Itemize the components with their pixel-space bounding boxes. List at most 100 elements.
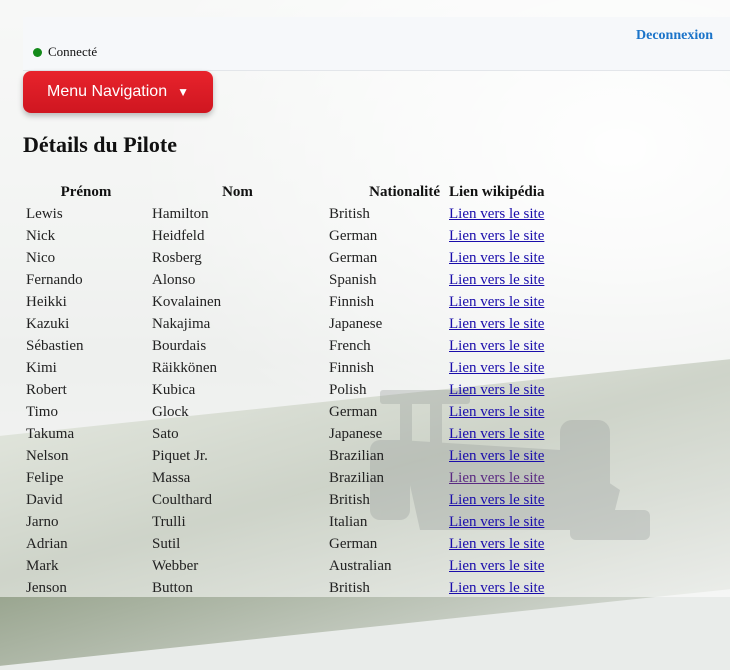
wiki-link-cell: Lien vers le site [446, 423, 559, 445]
wiki-link-cell: Lien vers le site [446, 379, 559, 401]
connection-status: Connecté [33, 44, 97, 60]
nationality-cell: Japanese [329, 425, 383, 442]
nationality-cell: German [329, 403, 378, 420]
nationality-cell: Spanish [329, 271, 377, 288]
column-header-wiki-link: Lien wikipédia [449, 183, 545, 200]
wiki-link-cell: Lien vers le site [446, 225, 559, 247]
nationality-cell: Finnish [329, 359, 375, 376]
last-name-cell: Sutil [152, 535, 181, 552]
first-name-cell: Jenson [26, 579, 67, 596]
table-row: Kazuki Nakajima Japanese Lien vers le site [23, 313, 559, 335]
last-name-cell: Rosberg [152, 249, 202, 266]
page-title: Détails du Pilote [23, 132, 177, 157]
last-name-cell: Hamilton [152, 205, 209, 222]
table-row: Lewis Hamilton British Lien vers le site [23, 203, 559, 225]
wikipedia-link[interactable]: Lien vers le site [449, 228, 544, 244]
status-dot-icon [33, 47, 42, 57]
page: Connecté Deconnexion Menu Navigation ▼ D… [0, 0, 730, 597]
wikipedia-link[interactable]: Lien vers le site [449, 338, 544, 354]
last-name-cell: Massa [152, 469, 191, 486]
last-name-cell: Nakajima [152, 315, 211, 332]
table-row: Sébastien Bourdais French Lien vers le site [23, 335, 559, 357]
nationality-cell: Australian [329, 557, 392, 574]
wikipedia-link[interactable]: Lien vers le site [449, 558, 544, 574]
first-name-cell: Takuma [26, 425, 75, 442]
nationality-cell: British [329, 205, 370, 222]
last-name-cell: Kovalainen [152, 293, 222, 310]
wiki-link-cell: Lien vers le site [446, 555, 559, 577]
nationality-cell: British [329, 579, 370, 596]
menu-navigation-button[interactable]: Menu Navigation ▼ [23, 71, 213, 113]
first-name-cell: Kimi [26, 359, 57, 376]
wiki-link-cell: Lien vers le site [446, 335, 559, 357]
nationality-cell: Brazilian [329, 447, 384, 464]
first-name-cell: Kazuki [26, 315, 70, 332]
wikipedia-link[interactable]: Lien vers le site [449, 316, 544, 332]
nationality-cell: Italian [329, 513, 368, 530]
table-row: Fernando Alonso Spanish Lien vers le site [23, 269, 559, 291]
table-row: Nelson Piquet Jr. Brazilian Lien vers le si… [23, 445, 559, 467]
nationality-cell: German [329, 535, 378, 552]
wiki-link-cell: Lien vers le site [446, 577, 559, 599]
wiki-link-cell: Lien vers le site [446, 357, 559, 379]
nationality-cell: Finnish [329, 293, 375, 310]
table-row: Felipe Massa Brazilian Lien vers le site [23, 467, 559, 489]
last-name-cell: Glock [152, 403, 189, 420]
column-header-nationality: Nationalité [369, 183, 440, 200]
table-row: Robert Kubica Polish Lien vers le site [23, 379, 559, 401]
table-row: Jarno Trulli Italian Lien vers le site [23, 511, 559, 533]
table-row: Takuma Sato Japanese Lien vers le site [23, 423, 559, 445]
wikipedia-link[interactable]: Lien vers le site [449, 514, 544, 530]
first-name-cell: Timo [26, 403, 58, 420]
table-row: Mark Webber Australian Lien vers le site [23, 555, 559, 577]
wikipedia-link[interactable]: Lien vers le site [449, 470, 544, 486]
first-name-cell: Adrian [26, 535, 68, 552]
first-name-cell: Nico [26, 249, 56, 266]
wiki-link-cell: Lien vers le site [446, 203, 559, 225]
first-name-cell: Robert [26, 381, 67, 398]
wiki-link-cell: Lien vers le site [446, 445, 559, 467]
table-row: David Coulthard British Lien vers le site [23, 489, 559, 511]
table-row: Nick Heidfeld German Lien vers le site [23, 225, 559, 247]
last-name-cell: Räikkönen [152, 359, 217, 376]
nationality-cell: Brazilian [329, 469, 384, 486]
wikipedia-link[interactable]: Lien vers le site [449, 250, 544, 266]
wikipedia-link[interactable]: Lien vers le site [449, 206, 544, 222]
nationality-cell: Polish [329, 381, 367, 398]
top-bar: Connecté Deconnexion [23, 17, 730, 71]
first-name-cell: Lewis [26, 205, 63, 222]
nationality-cell: Japanese [329, 315, 383, 332]
wikipedia-link[interactable]: Lien vers le site [449, 448, 544, 464]
wiki-link-cell: Lien vers le site [446, 401, 559, 423]
drivers-table: Prénom Nom Nationalité Lien wikipédia Le… [23, 181, 559, 599]
wikipedia-link[interactable]: Lien vers le site [449, 294, 544, 310]
table-row: Adrian Sutil German Lien vers le site [23, 533, 559, 555]
wiki-link-cell: Lien vers le site [446, 291, 559, 313]
table-body: Lewis Hamilton British Lien vers le site Nic… [23, 203, 559, 599]
first-name-cell: Mark [26, 557, 59, 574]
wikipedia-link[interactable]: Lien vers le site [449, 536, 544, 552]
wikipedia-link[interactable]: Lien vers le site [449, 272, 544, 288]
wikipedia-link[interactable]: Lien vers le site [449, 426, 544, 442]
last-name-cell: Coulthard [152, 491, 212, 508]
wikipedia-link[interactable]: Lien vers le site [449, 492, 544, 508]
wikipedia-link[interactable]: Lien vers le site [449, 580, 544, 596]
last-name-cell: Alonso [152, 271, 196, 288]
wikipedia-link[interactable]: Lien vers le site [449, 404, 544, 420]
wikipedia-link[interactable]: Lien vers le site [449, 382, 544, 398]
first-name-cell: David [26, 491, 63, 508]
first-name-cell: Felipe [26, 469, 64, 486]
table-row: Kimi Räikkönen Finnish Lien vers le site [23, 357, 559, 379]
wiki-link-cell: Lien vers le site [446, 511, 559, 533]
first-name-cell: Fernando [26, 271, 83, 288]
wikipedia-link[interactable]: Lien vers le site [449, 360, 544, 376]
wiki-link-cell: Lien vers le site [446, 247, 559, 269]
wiki-link-cell: Lien vers le site [446, 489, 559, 511]
wiki-link-cell: Lien vers le site [446, 533, 559, 555]
last-name-cell: Button [152, 579, 193, 596]
caret-down-icon: ▼ [177, 85, 189, 99]
column-header-last-name: Nom [222, 183, 253, 200]
logout-link[interactable]: Deconnexion [636, 28, 713, 44]
last-name-cell: Webber [152, 557, 199, 574]
first-name-cell: Sébastien [26, 337, 84, 354]
